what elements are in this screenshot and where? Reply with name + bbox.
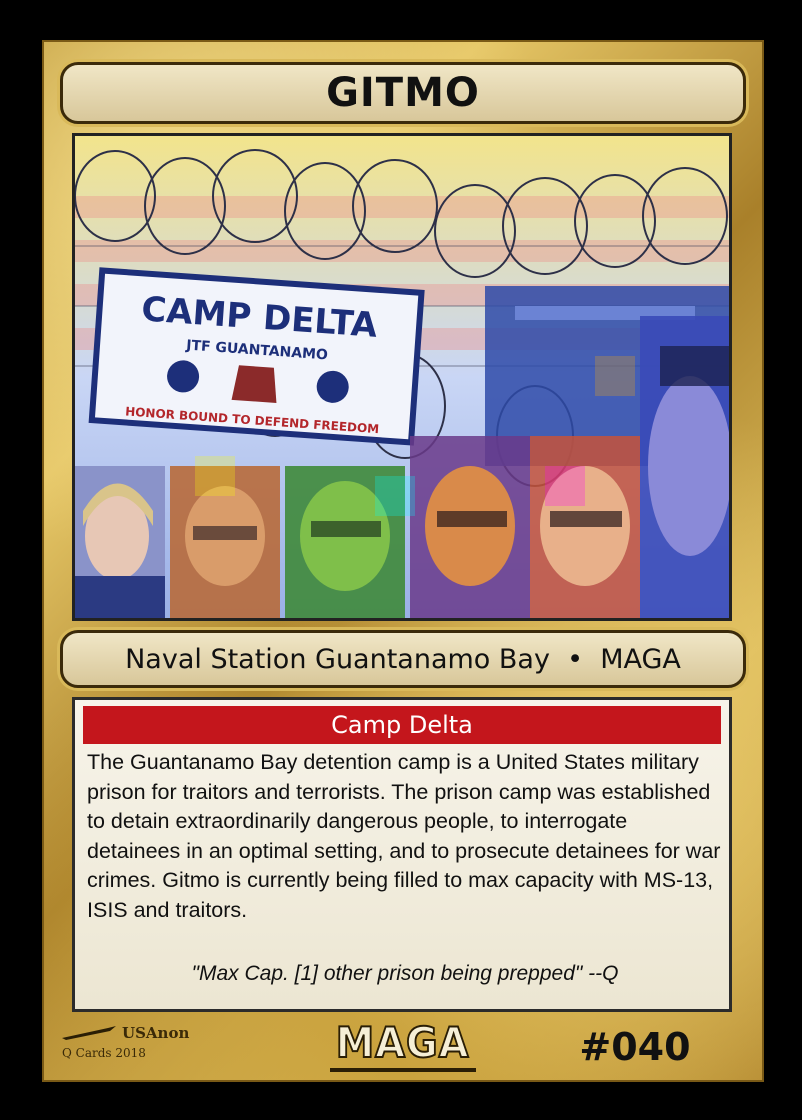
- card-subtitle: Naval Station Guantanamo Bay • MAGA: [125, 643, 681, 675]
- brand-name: USAnon: [122, 1024, 190, 1042]
- pen-icon: [62, 1026, 116, 1040]
- card-number-box: #040: [565, 1022, 705, 1072]
- artwork-illustration: CAMP DELTA JTF GUANTANAMO HONOR BOUND TO…: [75, 136, 729, 618]
- section-heading: Camp Delta: [331, 711, 473, 739]
- card-title: GITMO: [326, 70, 480, 116]
- card-body-text: The Guantanamo Bay detention camp is a U…: [87, 750, 721, 922]
- card-text-box: Camp Delta The Guantanamo Bay detention …: [72, 697, 732, 1012]
- card-number: #040: [579, 1025, 691, 1069]
- card-title-bar: GITMO: [60, 62, 746, 124]
- card-artwork: CAMP DELTA JTF GUANTANAMO HONOR BOUND TO…: [72, 133, 732, 621]
- section-banner: Camp Delta: [83, 706, 721, 744]
- card-subtitle-bar: Naval Station Guantanamo Bay • MAGA: [60, 630, 746, 688]
- set-logo: MAGA: [330, 1017, 476, 1076]
- set-logo-text: MAGA: [335, 1017, 470, 1068]
- series-label: Q Cards 2018: [62, 1046, 146, 1060]
- card-quote: "Max Cap. [1] other prison being prepped…: [191, 962, 619, 985]
- set-logo-underline: [330, 1068, 476, 1072]
